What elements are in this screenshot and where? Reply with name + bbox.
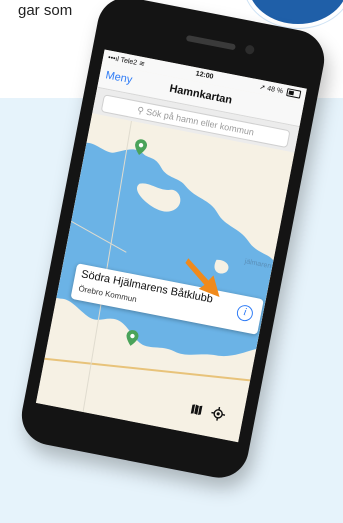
- phone-speaker: [185, 34, 236, 51]
- phone-camera: [244, 44, 256, 55]
- location-arrow-icon: ➚: [258, 83, 266, 92]
- cropped-heading-text: gar som: [18, 2, 73, 19]
- locate-icon[interactable]: [208, 403, 229, 424]
- battery-icon: [286, 88, 302, 99]
- map-icon[interactable]: [186, 399, 207, 420]
- search-icon: ⚲: [136, 104, 145, 117]
- info-icon[interactable]: i: [235, 303, 255, 323]
- battery-percent: 48 %: [266, 85, 284, 96]
- map-view[interactable]: jälmaren Södra Hjälmarens Båtklubb Örebr…: [35, 113, 295, 443]
- arrow-pointer-icon: [179, 254, 233, 307]
